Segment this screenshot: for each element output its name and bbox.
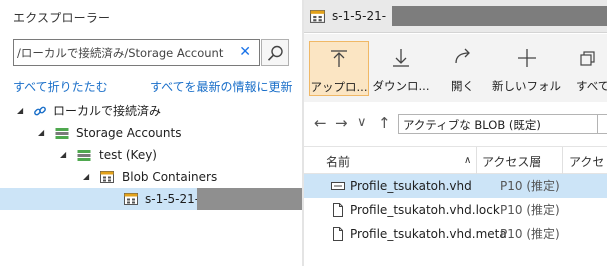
container-editor: s-1-5-21- アップロ... ダウンロ... 開く 新しいフォル すべて …	[304, 0, 607, 266]
blob-list: 名前 ∧ アクセス層 アクセ Profile_tsukatoh.vhd P10 …	[304, 146, 607, 246]
tree-item-label: Storage Accounts	[76, 126, 182, 140]
expanded-triangle-icon[interactable]: ◢	[60, 144, 66, 166]
column-divider[interactable]	[476, 147, 477, 174]
search-icon	[267, 45, 283, 61]
file-icon	[333, 227, 343, 241]
expanded-triangle-icon[interactable]: ◢	[38, 122, 44, 144]
explorer-pane: エクスプローラー ✕ すべて折りたたむ すべてを最新の情報に更新 ◢	[0, 0, 302, 266]
select-all-button[interactable]: すべて	[564, 41, 607, 96]
redaction-block	[197, 188, 302, 210]
blob-list-header: 名前 ∧ アクセス層 アクセ	[304, 146, 607, 174]
upload-button[interactable]: アップロ...	[309, 41, 369, 96]
search-box: ✕	[13, 39, 260, 66]
blob-row[interactable]: Profile_tsukatoh.vhd.lock P10 (推定)	[304, 198, 607, 222]
select-all-icon	[580, 51, 595, 66]
column-divider[interactable]	[562, 147, 563, 174]
blob-access-tier: P10 (推定)	[500, 179, 560, 193]
search-input[interactable]	[17, 43, 235, 62]
explorer-tree: ◢ ローカルで接続済み ◢ Storage Accounts ◢ test (K…	[0, 100, 302, 210]
download-icon	[393, 49, 409, 67]
expanded-triangle-icon[interactable]: ◢	[17, 100, 23, 122]
collapse-all-link[interactable]: すべて折りたたむ	[13, 78, 108, 95]
new-folder-label: 新しいフォル...	[492, 79, 562, 93]
back-arrow-icon[interactable]: ←	[314, 114, 327, 132]
open-icon	[454, 48, 470, 64]
forward-arrow-icon[interactable]: →	[335, 114, 348, 132]
up-arrow-icon[interactable]: ↑	[378, 114, 391, 132]
container-icon	[310, 10, 325, 23]
refresh-all-link[interactable]: すべてを最新の情報に更新	[150, 78, 292, 95]
blob-name: Profile_tsukatoh.vhd	[350, 179, 472, 193]
blob-access-tier: P10 (推定)	[500, 203, 560, 217]
column-header-access-tier-2[interactable]: アクセ	[569, 153, 604, 170]
open-button[interactable]: 開く	[435, 41, 490, 96]
container-icon	[124, 193, 138, 205]
blob-row[interactable]: Profile_tsukatoh.vhd.meta P10 (推定)	[304, 222, 607, 246]
tree-item-label: test (Key)	[99, 148, 157, 162]
column-header-access-tier[interactable]: アクセス層	[482, 153, 541, 170]
select-all-label: すべて	[576, 79, 607, 93]
tab-label: s-1-5-21-	[332, 9, 387, 23]
view-select[interactable]: アクティブな BLOB (既定)	[398, 114, 598, 134]
tree-item-label: s-1-5-21-	[145, 192, 200, 206]
tree-item-label: ローカルで接続済み	[53, 104, 162, 118]
tree-item-container[interactable]: s-1-5-21-	[0, 188, 302, 210]
new-folder-icon	[518, 49, 536, 67]
tree-item-label: Blob Containers	[122, 170, 218, 184]
link-icon	[34, 106, 46, 116]
new-folder-button[interactable]: 新しいフォル...	[492, 41, 562, 96]
upload-label: アップロ...	[310, 80, 368, 94]
blob-row[interactable]: Profile_tsukatoh.vhd P10 (推定)	[304, 174, 607, 198]
blob-containers-icon	[100, 171, 114, 183]
blob-name: Profile_tsukatoh.vhd.lock	[350, 203, 500, 217]
redaction-block	[392, 6, 607, 26]
storage-accounts-icon	[55, 128, 69, 139]
toolbar: アップロ... ダウンロ... 開く 新しいフォル すべて	[304, 34, 607, 102]
file-icon	[333, 203, 343, 217]
clear-search-icon[interactable]: ✕	[239, 43, 251, 62]
upload-icon	[331, 50, 347, 67]
search-button[interactable]	[261, 39, 289, 66]
download-button[interactable]: ダウンロ...	[371, 41, 431, 96]
download-label: ダウンロ...	[372, 79, 430, 93]
disk-file-icon	[331, 182, 345, 190]
tree-item-test-key[interactable]: ◢ test (Key)	[0, 144, 302, 166]
tree-item-local-attached[interactable]: ◢ ローカルで接続済み	[0, 100, 302, 122]
sort-ascending-icon: ∧	[464, 155, 472, 166]
tree-item-blob-containers[interactable]: ◢ Blob Containers	[0, 166, 302, 188]
expanded-triangle-icon[interactable]: ◢	[83, 166, 89, 188]
open-label: 開く	[451, 79, 474, 93]
tree-item-storage-accounts[interactable]: ◢ Storage Accounts	[0, 122, 302, 144]
view-select-value: アクティブな BLOB (既定)	[403, 118, 541, 132]
blob-name: Profile_tsukatoh.vhd.meta	[350, 227, 507, 241]
navigation-bar: ← → ∨ ↑ アクティブな BLOB (既定)	[304, 111, 607, 137]
view-select-button[interactable]	[597, 114, 607, 134]
column-header-name[interactable]: 名前	[326, 153, 350, 170]
explorer-title: エクスプローラー	[13, 11, 111, 25]
storage-explorer-window: エクスプローラー ✕ すべて折りたたむ すべてを最新の情報に更新 ◢	[0, 0, 607, 266]
history-dropdown-icon[interactable]: ∨	[357, 115, 367, 130]
blob-access-tier: P10 (推定)	[500, 227, 560, 241]
storage-account-icon	[77, 150, 91, 161]
tab-container[interactable]: s-1-5-21-	[304, 0, 607, 33]
